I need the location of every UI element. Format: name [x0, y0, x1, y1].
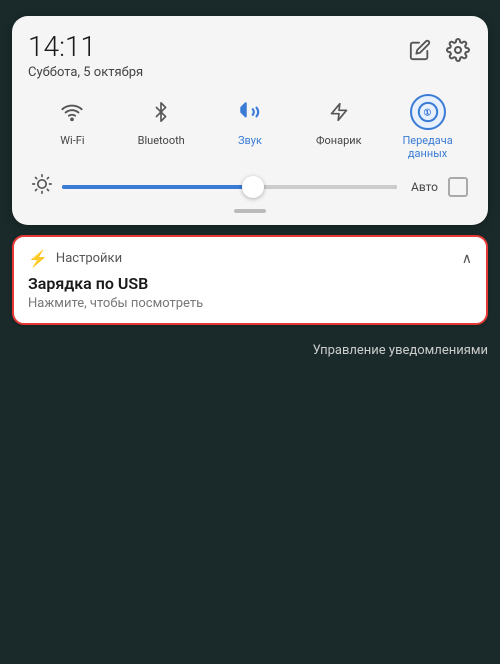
notification-app-name: Настройки — [56, 251, 454, 266]
data-transfer-label: Передача данных — [399, 134, 457, 160]
quick-toggles: Wi-Fi Bluetooth Звук — [28, 94, 472, 160]
brightness-icon — [32, 174, 52, 199]
brightness-thumb[interactable] — [242, 176, 264, 198]
edit-button[interactable] — [406, 36, 434, 64]
bluetooth-icon — [143, 94, 179, 130]
time-date: 14:11 Суббота, 5 октября — [28, 32, 143, 80]
brightness-auto-checkbox[interactable] — [448, 177, 468, 197]
flashlight-icon — [321, 94, 357, 130]
sound-icon — [232, 94, 268, 130]
calendar-date: Суббота, 5 октября — [28, 65, 143, 80]
settings-button[interactable] — [444, 36, 472, 64]
wifi-label: Wi-Fi — [60, 134, 84, 147]
notification-card[interactable]: ⚡ Настройки ∧ Зарядка по USB Нажмите, чт… — [12, 235, 488, 325]
brightness-slider[interactable] — [62, 185, 397, 189]
manage-notifications-area: Управление уведомлениями — [12, 335, 488, 362]
brightness-auto-label: Авто — [411, 180, 438, 194]
manage-notifications-button[interactable]: Управление уведомлениями — [313, 343, 488, 358]
status-icons — [406, 36, 472, 64]
bluetooth-label: Bluetooth — [138, 134, 185, 147]
flashlight-label: Фонарик — [316, 134, 362, 147]
toggle-bluetooth[interactable]: Bluetooth — [131, 94, 191, 160]
toggle-data-transfer[interactable]: ① Передача данных — [398, 94, 458, 160]
notification-header: ⚡ Настройки ∧ — [28, 249, 472, 268]
notification-title: Зарядка по USB — [28, 274, 472, 293]
notification-panel: 14:11 Суббота, 5 октября — [12, 16, 488, 225]
data-transfer-icon: ① — [410, 94, 446, 130]
wifi-icon — [54, 94, 90, 130]
notification-chevron-icon: ∧ — [462, 251, 472, 267]
usb-icon: ⚡ — [28, 249, 48, 268]
notification-subtitle: Нажмите, чтобы посмотреть — [28, 296, 472, 311]
brightness-row: Авто — [28, 174, 472, 199]
toggle-flashlight[interactable]: Фонарик — [309, 94, 369, 160]
panel-handle — [234, 209, 266, 213]
sound-label: Звук — [238, 134, 262, 147]
status-bar: 14:11 Суббота, 5 октября — [28, 32, 472, 80]
toggle-wifi[interactable]: Wi-Fi — [42, 94, 102, 160]
svg-text:①: ① — [423, 108, 431, 118]
toggle-sound[interactable]: Звук — [220, 94, 280, 160]
clock-time: 14:11 — [28, 32, 143, 63]
